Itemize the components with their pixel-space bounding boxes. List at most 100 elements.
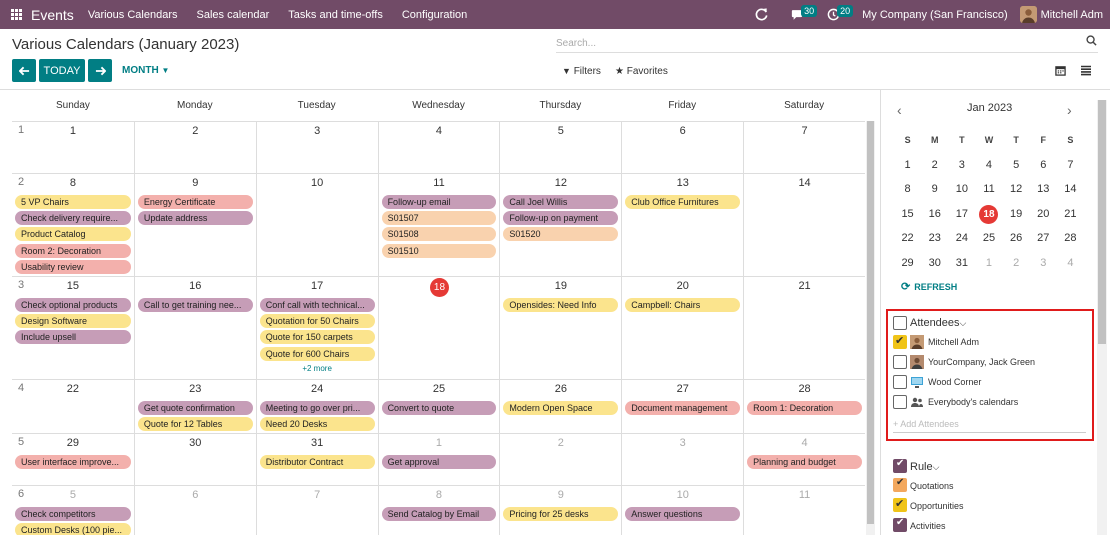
attendees-title[interactable]: Attendees⌵: [910, 317, 966, 329]
mini-day[interactable]: 20: [1030, 202, 1057, 227]
app-name[interactable]: Events: [31, 7, 74, 23]
calendar-day-cell[interactable]: 11: [743, 486, 865, 535]
calendar-event[interactable]: Conf call with technical...: [259, 298, 375, 312]
attendee-checkbox-everybody[interactable]: [893, 395, 907, 409]
calendar-day-cell[interactable]: 31 Distributor Contract: [255, 434, 378, 485]
calendar-scrollbar[interactable]: [866, 121, 875, 535]
mini-day[interactable]: 29: [894, 251, 921, 276]
more-events-link[interactable]: +2 more: [257, 364, 378, 373]
calendar-day-cell[interactable]: 18: [377, 277, 500, 379]
calendar-day-cell[interactable]: 4: [377, 122, 500, 173]
mini-day[interactable]: 4: [1057, 251, 1084, 276]
calendar-day-cell[interactable]: 9 Pricing for 25 desks: [499, 486, 621, 535]
calendar-day-cell[interactable]: 8 Send Catalog by Email: [377, 486, 500, 535]
mini-day[interactable]: 1: [975, 251, 1002, 276]
mini-day[interactable]: 25: [975, 226, 1002, 251]
calendar-day-cell[interactable]: 23 Get quote confirmation Quote for 12 Tab…: [133, 380, 256, 433]
calendar-event[interactable]: Campbell: Chairs: [625, 298, 741, 312]
add-attendees-input[interactable]: + Add Attendees: [893, 419, 1086, 433]
calendar-event[interactable]: Answer questions: [625, 507, 741, 521]
mini-day[interactable]: 16: [921, 202, 948, 227]
app-menu-icon[interactable]: [2, 0, 30, 29]
calendar-day-cell[interactable]: 25 Convert to quote: [377, 380, 500, 433]
calendar-event[interactable]: Quote for 12 Tables: [137, 417, 253, 432]
calendar-day-cell[interactable]: 17 Conf call with technical... Quotation f…: [255, 277, 378, 379]
calendar-event[interactable]: S01507: [381, 211, 497, 226]
calendar-day-cell[interactable]: 24 Meeting to go over pri... Need 20 Desks: [255, 380, 378, 433]
chat-icon[interactable]: 30: [791, 5, 818, 21]
calendar-day-cell[interactable]: 1 Get approval: [377, 434, 500, 485]
calendar-day-cell[interactable]: 3: [621, 434, 743, 485]
calendar-event[interactable]: Follow-up email: [381, 195, 497, 209]
calendar-event[interactable]: Check delivery require...: [15, 211, 131, 226]
search-input[interactable]: Search...: [556, 33, 1098, 53]
calendar-event[interactable]: S01520: [503, 227, 619, 242]
calendar-day-cell[interactable]: 16 Call to get training nee...: [133, 277, 256, 379]
calendar-day-cell[interactable]: 4 Planning and budget: [743, 434, 865, 485]
mini-day[interactable]: 24: [948, 226, 975, 251]
calendar-event[interactable]: Modern Open Space: [503, 401, 619, 415]
mini-day[interactable]: 14: [1057, 177, 1084, 202]
calendar-event[interactable]: S01508: [381, 227, 497, 242]
search-icon[interactable]: [1086, 35, 1097, 49]
mini-day[interactable]: 23: [921, 226, 948, 251]
calendar-day-cell[interactable]: 12 Call Joel Willis Follow-up on payment S0…: [499, 174, 621, 276]
calendar-event[interactable]: Quote for 600 Chairs: [259, 346, 375, 361]
calendar-day-cell[interactable]: 21: [743, 277, 865, 379]
calendar-day-cell[interactable]: 27 Document management: [621, 380, 743, 433]
mini-day[interactable]: 26: [1003, 226, 1030, 251]
mini-day[interactable]: 21: [1057, 202, 1084, 227]
calendar-day-cell[interactable]: 10 Answer questions: [621, 486, 743, 535]
menu-configuration[interactable]: Configuration: [402, 9, 467, 21]
menu-tasks-time-offs[interactable]: Tasks and time-offs: [288, 9, 383, 21]
mini-day[interactable]: 6: [1030, 153, 1057, 178]
mini-next-icon[interactable]: ›: [1067, 102, 1072, 118]
filters-button[interactable]: ▼ Filters: [562, 66, 601, 77]
mini-day[interactable]: 31: [948, 251, 975, 276]
calendar-event[interactable]: Room 2: Decoration: [15, 243, 131, 258]
mini-day[interactable]: 2: [1003, 251, 1030, 276]
calendar-event[interactable]: Quote for 150 carpets: [259, 330, 375, 345]
user-name[interactable]: Mitchell Adm: [1041, 9, 1103, 21]
list-view-icon[interactable]: [1080, 64, 1092, 79]
calendar-day-cell[interactable]: 10: [255, 174, 378, 276]
company-switcher[interactable]: My Company (San Francisco): [862, 9, 1008, 21]
calendar-event[interactable]: Room 1: Decoration: [747, 401, 862, 415]
mini-day[interactable]: 12: [1003, 177, 1030, 202]
calendar-event[interactable]: Update address: [137, 211, 253, 226]
calendar-day-cell[interactable]: 6: [621, 122, 743, 173]
calendar-event[interactable]: Energy Certificate: [137, 195, 253, 209]
calendar-event[interactable]: Need 20 Desks: [259, 417, 375, 432]
refresh-button[interactable]: ⟳ REFRESH: [901, 280, 957, 293]
calendar-event[interactable]: Call to get training nee...: [137, 298, 253, 312]
calendar-day-cell[interactable]: 4 22: [12, 380, 134, 433]
calendar-event[interactable]: Pricing for 25 desks: [503, 507, 619, 521]
calendar-day-cell[interactable]: 5: [499, 122, 621, 173]
calendar-day-cell[interactable]: 14: [743, 174, 865, 276]
calendar-day-cell[interactable]: 6: [133, 486, 256, 535]
calendar-day-cell[interactable]: 28 Room 1: Decoration: [743, 380, 865, 433]
mini-day[interactable]: 15: [894, 202, 921, 227]
calendar-day-cell[interactable]: 19 Opensides: Need Info: [499, 277, 621, 379]
calendar-day-cell[interactable]: 3: [255, 122, 378, 173]
calendar-event[interactable]: Check competitors: [15, 507, 131, 521]
calendar-day-cell[interactable]: 13 Club Office Furnitures: [621, 174, 743, 276]
mini-day[interactable]: 27: [1030, 226, 1057, 251]
calendar-event[interactable]: Call Joel Willis: [503, 195, 619, 209]
attendees-select-all-checkbox[interactable]: [893, 316, 907, 330]
mini-day[interactable]: 7: [1057, 153, 1084, 178]
calendar-event[interactable]: Follow-up on payment: [503, 211, 619, 226]
calendar-event[interactable]: Send Catalog by Email: [381, 507, 497, 521]
mini-prev-icon[interactable]: ‹: [897, 102, 902, 118]
menu-various-calendars[interactable]: Various Calendars: [88, 9, 178, 21]
rule-checkbox-quotations[interactable]: [893, 477, 907, 492]
calendar-event[interactable]: Document management: [625, 401, 741, 415]
calendar-event[interactable]: Convert to quote: [381, 401, 497, 415]
calendar-day-cell[interactable]: 2: [133, 122, 256, 173]
mini-day[interactable]: 5: [1003, 153, 1030, 178]
next-button[interactable]: [88, 59, 112, 82]
rule-title[interactable]: Rule⌵: [910, 461, 939, 473]
calendar-event[interactable]: S01510: [381, 243, 497, 258]
calendar-event[interactable]: Get quote confirmation: [137, 401, 253, 415]
mini-day[interactable]: 2: [921, 153, 948, 178]
